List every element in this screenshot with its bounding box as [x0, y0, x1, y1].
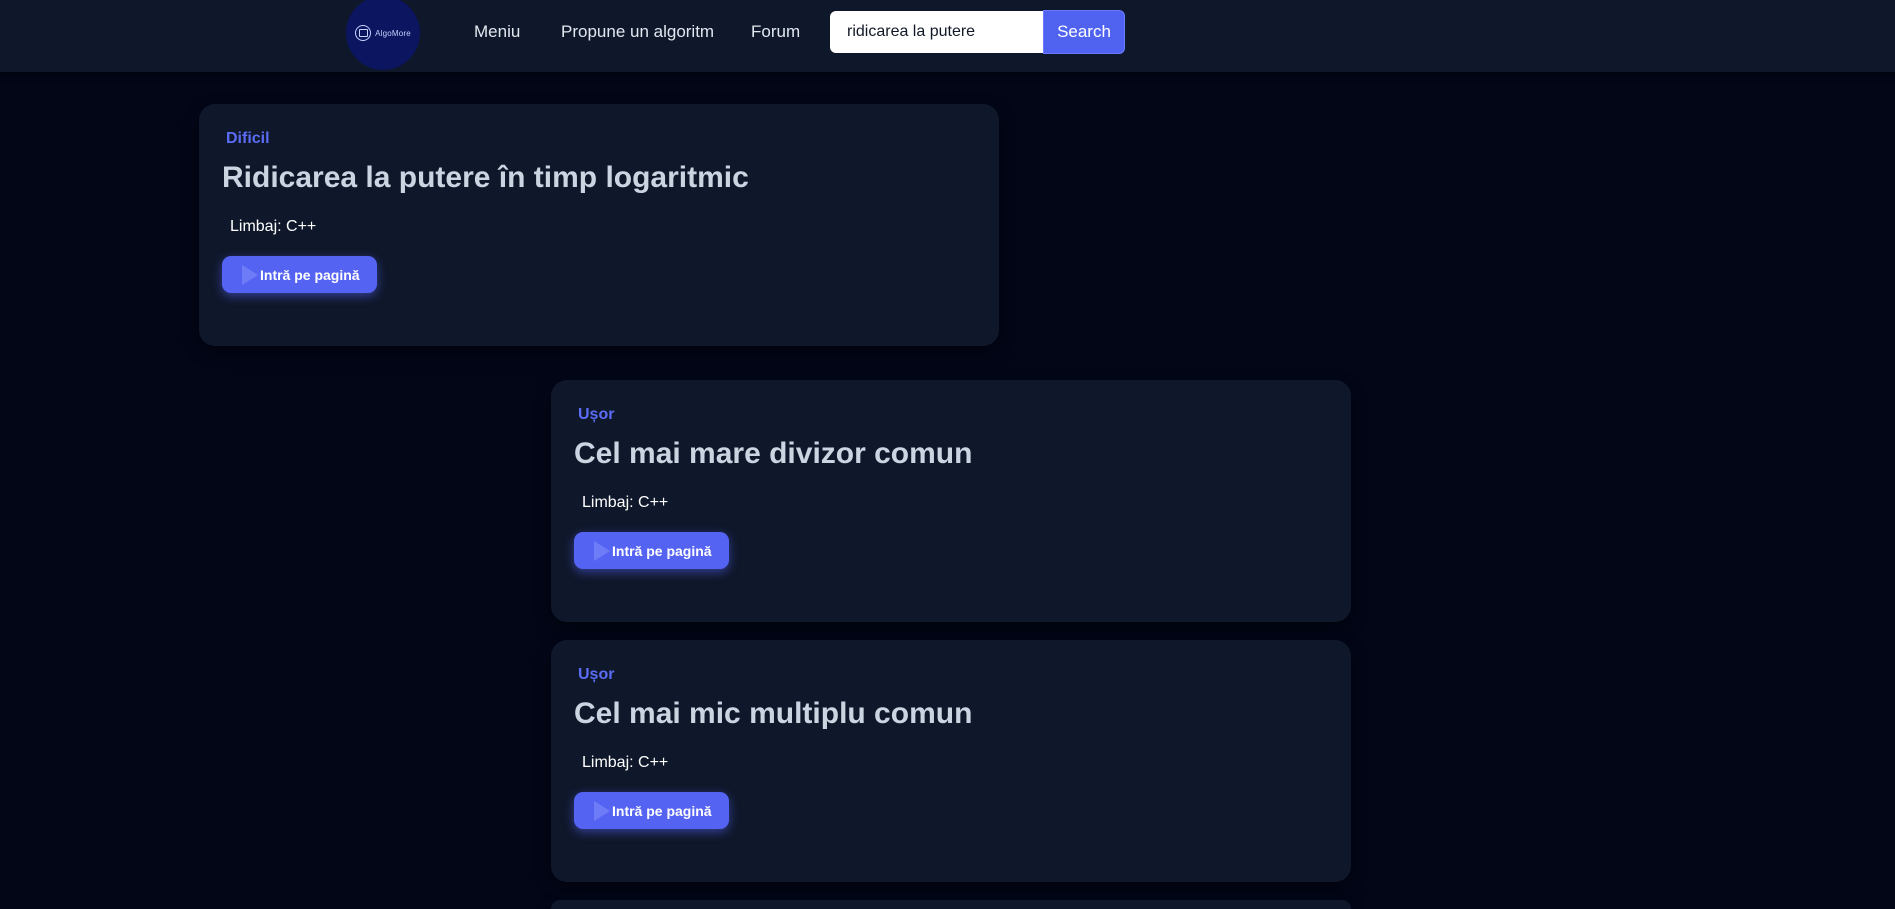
nav-link-propune-algoritm[interactable]: Propune un algoritm: [561, 22, 714, 42]
nav-link-meniu[interactable]: Meniu: [474, 22, 520, 42]
enter-page-label: Intră pe pagină: [612, 802, 712, 819]
algorithm-card-partial: [551, 900, 1351, 909]
nav-link-forum[interactable]: Forum: [751, 22, 800, 42]
search-input[interactable]: [830, 11, 1044, 53]
enter-page-label: Intră pe pagină: [612, 542, 712, 559]
navbar: AlgoMore Meniu Propune un algoritm Forum…: [0, 0, 1895, 72]
enter-page-button[interactable]: Intră pe pagină: [222, 256, 377, 293]
card-title: Cel mai mare divizor comun: [574, 437, 973, 470]
play-icon: [594, 800, 610, 821]
play-icon: [242, 264, 258, 285]
enter-page-button[interactable]: Intră pe pagină: [574, 532, 729, 569]
enter-page-label: Intră pe pagină: [260, 266, 360, 283]
language-label: Limbaj: C++: [582, 754, 669, 771]
play-icon: [594, 540, 610, 561]
search-button[interactable]: Search: [1043, 10, 1125, 54]
logo-text: AlgoMore: [375, 28, 411, 38]
logo[interactable]: AlgoMore: [346, 0, 420, 70]
algorithm-card: Ușor Cel mai mare divizor comun Limbaj: …: [551, 380, 1351, 622]
difficulty-badge: Ușor: [578, 406, 615, 423]
enter-page-button[interactable]: Intră pe pagină: [574, 792, 729, 829]
difficulty-badge: Dificil: [226, 130, 270, 147]
algorithm-card: Ușor Cel mai mic multiplu comun Limbaj: …: [551, 640, 1351, 882]
language-label: Limbaj: C++: [582, 494, 669, 511]
card-title: Ridicarea la putere în timp logaritmic: [222, 161, 749, 194]
algorithm-card: Dificil Ridicarea la putere în timp loga…: [199, 104, 999, 346]
book-icon: [355, 25, 372, 41]
language-label: Limbaj: C++: [230, 218, 317, 235]
card-title: Cel mai mic multiplu comun: [574, 697, 973, 730]
difficulty-badge: Ușor: [578, 666, 615, 683]
